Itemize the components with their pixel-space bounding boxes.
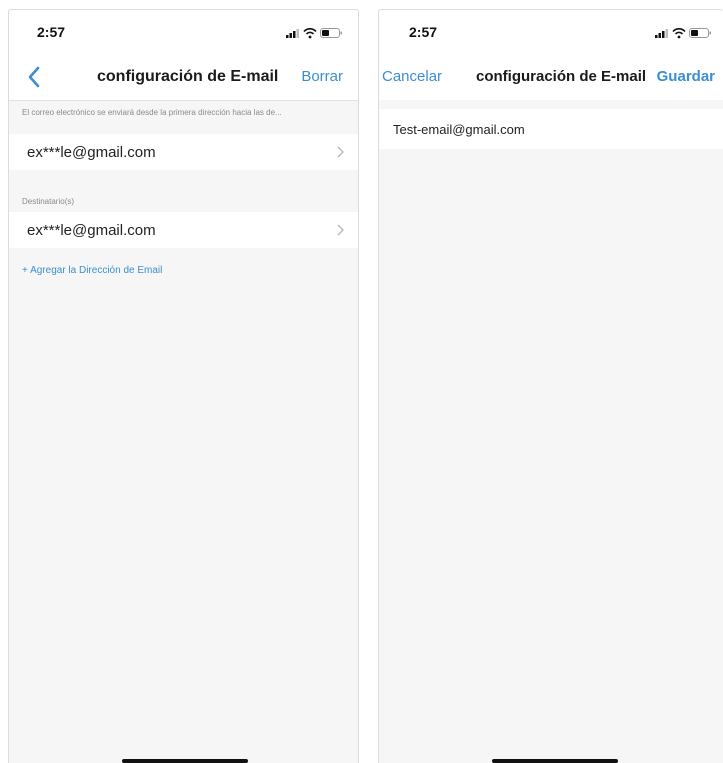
chevron-right-icon: [337, 146, 344, 158]
phone-screen-edit-email: 2:57 Cancelar configuración de E-mail Gu: [378, 9, 723, 763]
status-time: 2:57: [37, 24, 66, 40]
system-indicators: [286, 27, 342, 39]
page-title: configuración de E-mail: [476, 68, 647, 85]
battery-icon: [320, 28, 342, 38]
sender-email: ex***le@gmail.com: [27, 144, 156, 161]
save-button[interactable]: Guardar: [657, 68, 715, 85]
chevron-right-icon: [337, 224, 344, 236]
delete-button[interactable]: Borrar: [301, 68, 343, 85]
sender-note: El correo electrónico se enviará desde l…: [22, 108, 282, 117]
wifi-icon: [672, 27, 686, 39]
recipients-header: Destinatario(s): [22, 197, 75, 206]
status-bar: 2:57: [379, 10, 723, 54]
wifi-icon: [303, 27, 317, 39]
recipient-email: ex***le@gmail.com: [27, 222, 156, 239]
navigation-bar: Cancelar configuración de E-mail Guardar: [379, 54, 723, 100]
status-bar: 2:57: [9, 10, 358, 54]
email-field[interactable]: Test-email@gmail.com: [379, 109, 723, 149]
status-time: 2:57: [409, 24, 438, 40]
system-indicators: [655, 27, 711, 39]
phone-screen-email-settings: 2:57 configuración de E-mail Borrar El c…: [8, 9, 359, 763]
chevron-left-icon[interactable]: [27, 66, 41, 88]
cancel-button[interactable]: Cancelar: [382, 68, 442, 85]
email-input-value: Test-email@gmail.com: [393, 122, 525, 137]
battery-icon: [689, 28, 711, 38]
add-email-address-link[interactable]: + Agregar la Dirección de Email: [22, 265, 162, 276]
signal-icon: [655, 29, 668, 38]
navigation-bar: configuración de E-mail Borrar: [9, 54, 358, 100]
home-indicator[interactable]: [492, 759, 618, 763]
page-title: configuración de E-mail: [97, 68, 279, 85]
signal-icon: [286, 29, 299, 38]
recipient-email-row[interactable]: ex***le@gmail.com: [9, 212, 358, 248]
nav-divider: [9, 100, 358, 101]
sender-email-row[interactable]: ex***le@gmail.com: [9, 134, 358, 170]
home-indicator[interactable]: [122, 759, 248, 763]
